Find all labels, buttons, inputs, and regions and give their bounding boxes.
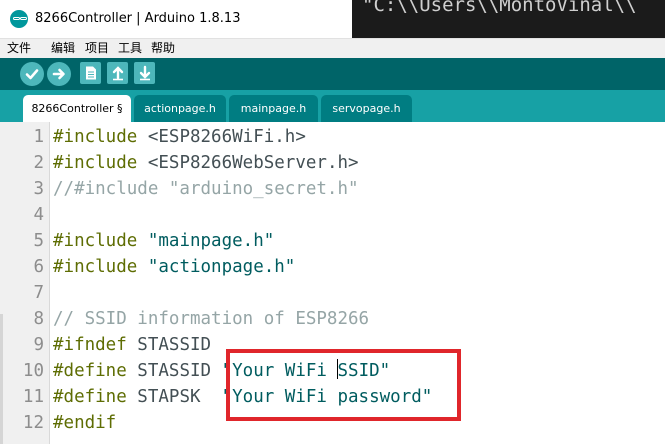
string: "mainpage.h" — [137, 231, 275, 251]
verify-button[interactable] — [20, 62, 44, 86]
line-number: 8 — [33, 309, 44, 329]
tab-actionpage[interactable]: actionpage.h — [134, 95, 226, 122]
arrow-right-icon — [52, 68, 65, 80]
code-editor[interactable]: 1 2 3 4 5 6 7 8 9 10 11 12 #include <ESP… — [0, 122, 665, 444]
upload-button[interactable] — [47, 62, 71, 86]
line-number: 7 — [33, 283, 44, 303]
line-number: 5 — [33, 231, 44, 251]
annotation-highlight-box — [226, 349, 461, 421]
keyword: #define — [53, 387, 127, 407]
line-number: 2 — [33, 153, 44, 173]
save-button[interactable] — [134, 62, 155, 84]
comment: // SSID information of ESP8266 — [53, 309, 370, 329]
line-number: 9 — [33, 335, 44, 355]
open-button[interactable] — [107, 62, 128, 84]
keyword: #ifndef — [53, 335, 127, 355]
checkmark-icon — [25, 69, 39, 80]
scroll-handle[interactable] — [0, 314, 3, 444]
code-line[interactable]: //#include "arduino_secret.h" — [53, 176, 359, 202]
tab-8266controller[interactable]: 8266Controller § — [23, 95, 131, 122]
line-number: 10 — [22, 361, 44, 381]
menu-edit[interactable]: 编辑 — [51, 39, 75, 58]
keyword: #include — [53, 127, 138, 147]
keyword: #define — [53, 361, 127, 381]
background-window-text: "C:\\Users\\MontoVinal\\ — [362, 0, 637, 16]
line-number: 11 — [22, 387, 44, 407]
arduino-logo-icon — [10, 10, 28, 28]
keyword: #endif — [53, 413, 117, 433]
line-number: 1 — [33, 127, 44, 147]
new-button[interactable] — [80, 62, 101, 84]
background-window[interactable]: "C:\\Users\\MontoVinal\\ — [352, 0, 665, 38]
gutter-divider — [49, 122, 50, 444]
code-line[interactable]: #endif — [53, 410, 116, 436]
tab-servopage[interactable]: servopage.h — [321, 95, 412, 122]
keyword: #include — [53, 257, 138, 277]
tab-bar: 8266Controller § actionpage.h mainpage.h… — [0, 90, 665, 122]
code-text: STASSID — [126, 335, 212, 355]
code-text: <ESP8266WebServer.h> — [137, 153, 359, 173]
toolbar — [0, 58, 665, 90]
menu-bar: 文件 编辑 项目 工具 帮助 — [0, 38, 665, 58]
line-number: 12 — [22, 413, 44, 433]
code-text: STASSID — [126, 361, 222, 381]
menu-tools[interactable]: 工具 — [118, 39, 142, 58]
menu-help[interactable]: 帮助 — [151, 39, 175, 58]
keyword: #include — [53, 231, 138, 251]
title-bar: 8266Controller | Arduino 1.8.13 "C:\\Use… — [0, 0, 665, 38]
line-number: 6 — [33, 257, 44, 277]
menu-file[interactable]: 文件 — [7, 39, 31, 58]
comment: //#include "arduino_secret.h" — [53, 179, 359, 199]
keyword: #include — [53, 153, 138, 173]
code-line[interactable]: // SSID information of ESP8266 — [53, 306, 369, 332]
code-line[interactable]: #include <ESP8266WebServer.h> — [53, 150, 359, 176]
code-line[interactable]: #include "actionpage.h" — [53, 254, 295, 280]
code-text: STAPSK — [126, 387, 222, 407]
tab-mainpage[interactable]: mainpage.h — [229, 95, 318, 122]
code-line[interactable]: #include "mainpage.h" — [53, 228, 274, 254]
code-line[interactable]: #ifndef STASSID — [53, 332, 211, 358]
arrow-down-icon — [139, 65, 150, 81]
document-icon — [85, 66, 96, 80]
code-text: <ESP8266WiFi.h> — [137, 127, 306, 147]
arrow-up-icon — [112, 66, 123, 81]
string: "actionpage.h" — [137, 257, 296, 277]
line-number: 3 — [33, 179, 44, 199]
code-line[interactable]: #include <ESP8266WiFi.h> — [53, 124, 306, 150]
window-title: 8266Controller | Arduino 1.8.13 — [35, 11, 241, 26]
line-number: 4 — [33, 205, 44, 225]
menu-sketch[interactable]: 项目 — [85, 39, 109, 58]
